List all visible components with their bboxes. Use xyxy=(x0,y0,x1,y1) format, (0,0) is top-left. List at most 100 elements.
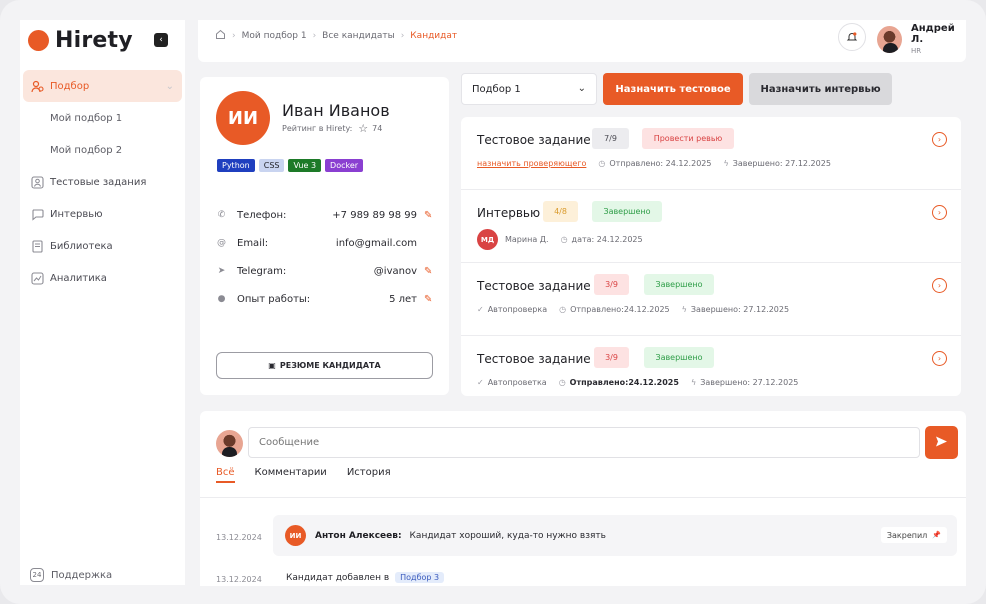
pin-icon: 📌 xyxy=(932,531,941,539)
phone-icon: ✆ xyxy=(217,210,226,220)
avatar xyxy=(216,430,243,457)
sidebar-item-my-selection-2[interactable]: Мой подбор 2 xyxy=(20,134,185,166)
task-title: Тестовое задание 4 xyxy=(477,352,603,366)
chevron-down-icon: ⌄ xyxy=(577,83,586,94)
bell-icon xyxy=(846,28,858,47)
comment-text: Кандидат хороший, куда-то нужно взять xyxy=(409,530,606,541)
send-icon xyxy=(935,433,948,452)
breadcrumb-item[interactable]: Мой подбор 1 xyxy=(242,31,307,41)
task-row[interactable]: Тестовое задание 4 3/9 Завершено ✓ Автопр… xyxy=(461,336,961,409)
logo: Hirety xyxy=(28,28,133,53)
resume-button[interactable]: ▣ РЕЗЮМЕ КАНДИДАТА xyxy=(216,352,433,379)
chevron-right-icon: › xyxy=(312,31,317,41)
sidebar-item-label: Мой подбор 2 xyxy=(50,144,123,156)
edit-icon[interactable]: ✎ xyxy=(424,266,434,277)
message-input[interactable] xyxy=(248,427,920,458)
open-task-button[interactable]: › xyxy=(932,132,947,147)
selection-dropdown[interactable]: Подбор 1 ⌄ xyxy=(461,73,597,105)
tab-all[interactable]: Всё xyxy=(216,467,235,483)
user-menu[interactable]: Андрей Л. HR xyxy=(877,23,966,55)
skill-tags: Python CSS Vue 3 Docker xyxy=(217,159,364,172)
sidebar-item-podbor[interactable]: Подбор ⌄ xyxy=(23,70,182,102)
skill-tag: Vue 3 xyxy=(288,159,322,172)
task-row[interactable]: Интервью 4/8 Завершено МД Марина Д. ◷ дат… xyxy=(461,190,961,263)
comment-author: Антон Алексеев: xyxy=(315,530,402,541)
message-tabs: Всё Комментарии История xyxy=(216,467,411,483)
skill-tag: CSS xyxy=(258,159,285,172)
open-task-button[interactable]: › xyxy=(932,205,947,220)
star-icon: ☆ xyxy=(358,122,369,135)
skill-tag: Docker xyxy=(325,159,364,172)
sidebar: Hirety ‹ Подбор ⌄ Мой подбор 1 Мой подбо… xyxy=(20,20,185,585)
tab-comments[interactable]: Комментарии xyxy=(255,467,327,483)
info-label: Email: xyxy=(237,237,269,249)
breadcrumb-item[interactable]: Все кандидаты xyxy=(322,31,395,41)
sidebar-item-analytics[interactable]: Аналитика xyxy=(20,262,185,294)
notifications-button[interactable] xyxy=(838,23,866,51)
support-24-icon: 24 xyxy=(30,568,44,582)
send-button[interactable] xyxy=(925,426,958,459)
selection-value: Подбор 1 xyxy=(472,83,521,95)
task-row[interactable]: Тестовое задание 1 7/9 Провести ревью на… xyxy=(461,117,961,190)
comment-item: ИИ Антон Алексеев: Кандидат хороший, куд… xyxy=(273,515,957,556)
task-title: Тестовое задание 3 xyxy=(477,279,603,293)
open-task-button[interactable]: › xyxy=(932,278,947,293)
book-icon xyxy=(30,239,44,253)
logo-text: Hirety xyxy=(55,28,133,53)
sent-date-text: Отправлено:24.12.2025 xyxy=(569,378,679,387)
sidebar-item-label: Интервью xyxy=(50,208,103,220)
skill-tag: Python xyxy=(217,159,255,172)
done-date: ϟ Завершено: 27.12.2025 xyxy=(723,159,830,168)
history-date: 13.12.2024 xyxy=(216,575,262,584)
interview-date: ◷ дата: 24.12.2025 xyxy=(561,235,643,244)
chevron-down-icon: ⌄ xyxy=(165,80,174,92)
clock-icon: ◷ xyxy=(598,159,606,168)
selection-badge[interactable]: Подбор 3 xyxy=(395,572,445,583)
edit-icon[interactable]: ✎ xyxy=(424,210,434,221)
sidebar-item-my-selection-1[interactable]: Мой подбор 1 xyxy=(20,102,185,134)
info-row-email: @ Email: info@gmail.com ✎ xyxy=(216,229,434,257)
sidebar-item-interview[interactable]: Интервью xyxy=(20,198,185,230)
score-badge: 3/9 xyxy=(594,274,629,295)
assign-test-button[interactable]: Назначить тестовое xyxy=(603,73,743,105)
assign-reviewer-link[interactable]: назначить проверяющего xyxy=(477,159,586,168)
app-window: Hirety ‹ Подбор ⌄ Мой подбор 1 Мой подбо… xyxy=(0,0,986,604)
sidebar-item-label: Тестовые задания xyxy=(50,176,147,188)
task-icon xyxy=(30,175,44,189)
task-meta: назначить проверяющего ◷ Отправлено: 24.1… xyxy=(477,159,843,168)
sidebar-item-support[interactable]: 24 Поддержка xyxy=(30,568,112,582)
bolt-icon: ϟ xyxy=(723,159,729,168)
chat-icon xyxy=(30,207,44,221)
task-row[interactable]: Тестовое задание 3 3/9 Завершено ✓ Автопр… xyxy=(461,263,961,336)
status-badge[interactable]: Провести ревью xyxy=(642,128,734,149)
user-info: Андрей Л. HR xyxy=(911,23,966,55)
sidebar-item-library[interactable]: Библиотека xyxy=(20,230,185,262)
sent-date-text: Отправлено: 24.12.2025 xyxy=(609,159,712,168)
open-task-button[interactable]: › xyxy=(932,351,947,366)
pinned-badge[interactable]: Закрепил 📌 xyxy=(880,527,947,543)
briefcase-icon: ▣ xyxy=(268,361,276,370)
avatar xyxy=(877,25,903,53)
candidate-card: ИИ Иван Иванов Рейтинг в Hirety: ☆ 74 Py… xyxy=(200,77,449,395)
breadcrumb-current: Кандидат xyxy=(410,31,458,41)
chevron-right-icon: › xyxy=(937,281,942,290)
comment-avatar: ИИ xyxy=(285,525,306,546)
status-badge: Завершено xyxy=(644,274,714,295)
assign-interview-button[interactable]: Назначить интервью xyxy=(749,73,892,105)
home-icon[interactable] xyxy=(215,29,226,43)
tab-history[interactable]: История xyxy=(347,467,391,483)
edit-icon[interactable]: ✎ xyxy=(424,294,434,305)
sidebar-item-label: Аналитика xyxy=(50,272,107,284)
chevron-right-icon: › xyxy=(937,208,942,217)
interview-date-text: дата: 24.12.2025 xyxy=(571,235,643,244)
collapse-sidebar-button[interactable]: ‹ xyxy=(154,33,168,47)
score-badge: 7/9 xyxy=(592,128,629,149)
chevron-right-icon: › xyxy=(937,354,942,363)
status-badge: Завершено xyxy=(592,201,662,222)
sidebar-item-tests[interactable]: Тестовые задания xyxy=(20,166,185,198)
logo-mark xyxy=(28,30,49,51)
info-value: 5 лет xyxy=(389,293,417,305)
sent-date: ◷ Отправлено:24.12.2025 xyxy=(559,378,679,387)
person-icon: ● xyxy=(217,294,226,304)
resume-button-label: РЕЗЮМЕ КАНДИДАТА xyxy=(279,361,381,370)
